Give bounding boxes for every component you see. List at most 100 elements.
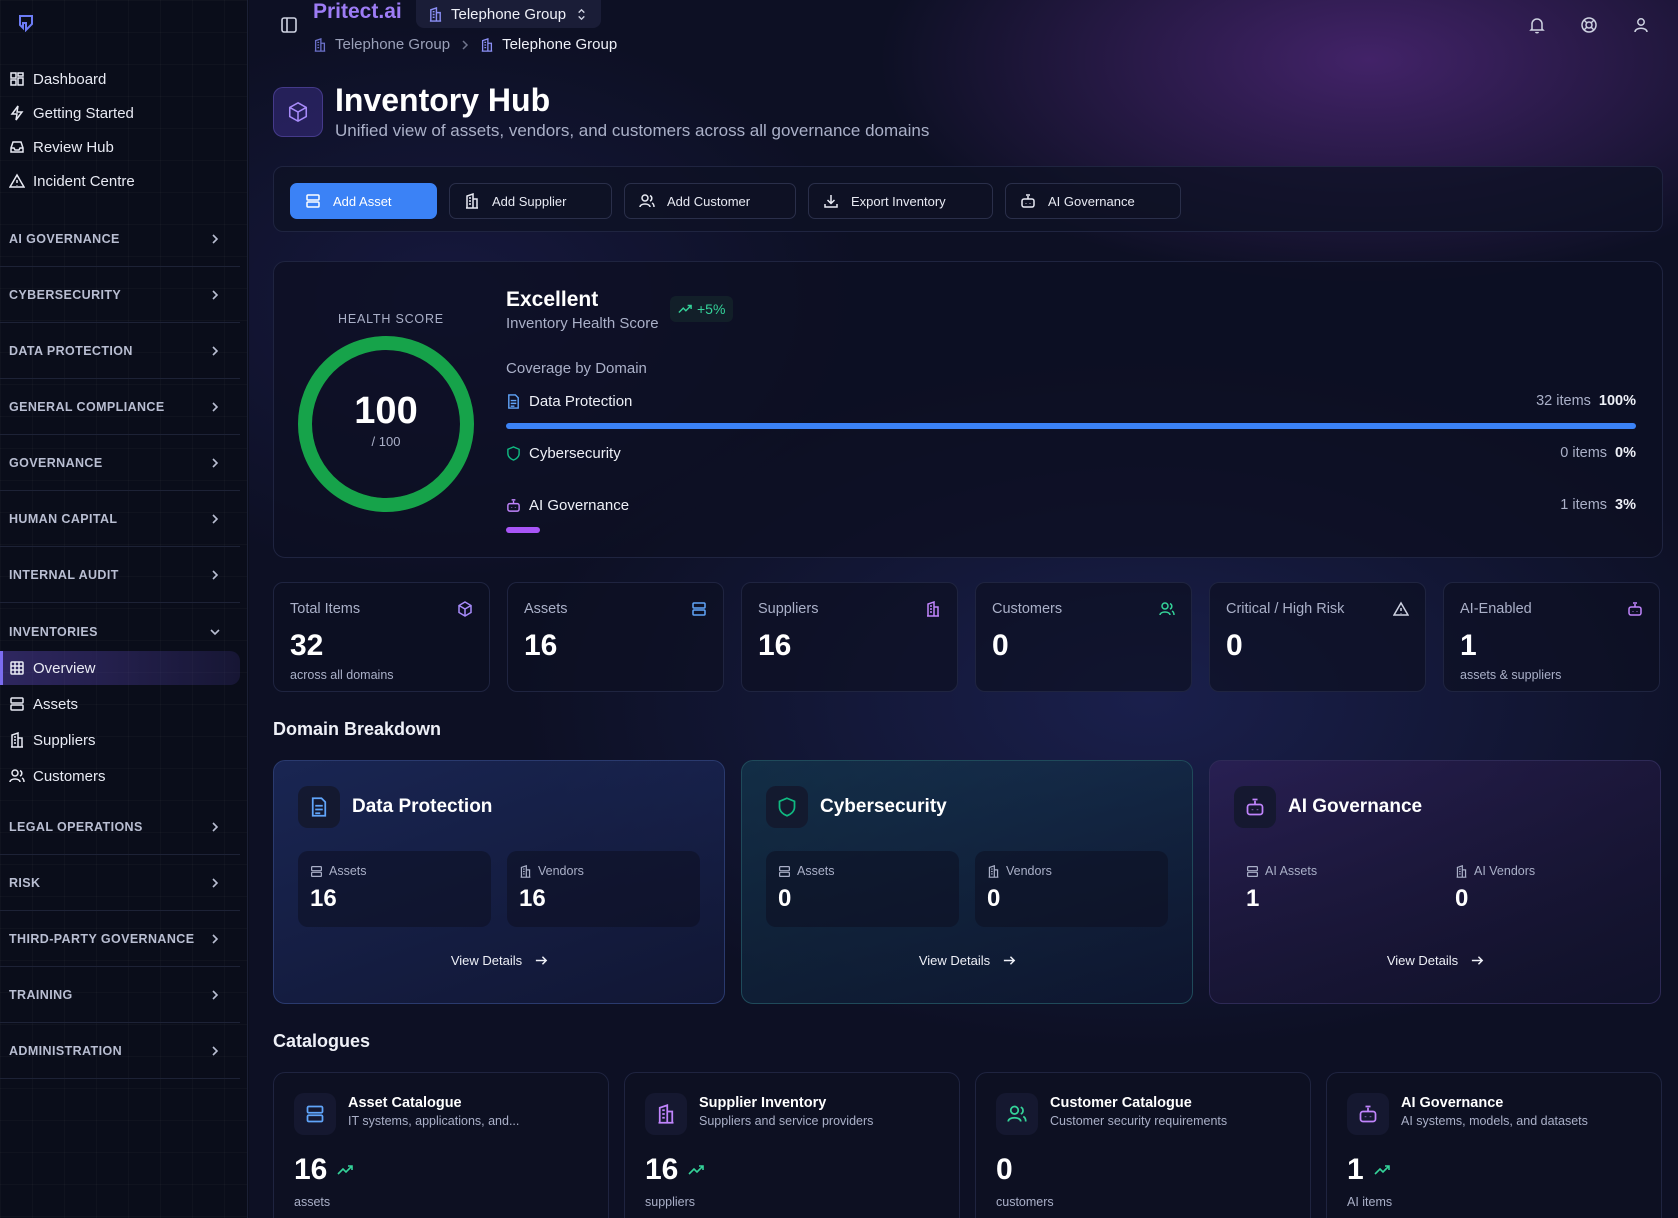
- stat-critical-high-risk[interactable]: Critical / High Risk 0: [1209, 582, 1426, 692]
- nav-label: Customers: [33, 767, 106, 785]
- health-card: HEALTH SCORE 100 / 100 Excellent Invento…: [273, 261, 1663, 558]
- coverage-bar-fill: [506, 423, 1636, 429]
- nav-label: Review Hub: [33, 138, 114, 156]
- app-logo-icon[interactable]: [18, 14, 34, 32]
- trend-value: +5%: [697, 301, 726, 317]
- nav-suppliers[interactable]: Suppliers: [0, 723, 240, 757]
- catalogue-card-asset[interactable]: Asset Catalogue IT systems, applications…: [273, 1072, 609, 1218]
- building-icon: [9, 732, 25, 748]
- catalogue-unit: assets: [294, 1195, 331, 1209]
- nav-customers[interactable]: Customers: [0, 759, 240, 793]
- stat-total-items[interactable]: Total Items 32 across all domains: [273, 582, 490, 692]
- section-label: CYBERSECURITY: [9, 287, 122, 302]
- chevrons-up-down-icon: [578, 8, 585, 20]
- trending-up-icon: [678, 304, 692, 313]
- nav-overview[interactable]: Overview: [0, 651, 240, 685]
- nav-assets[interactable]: Assets: [0, 687, 240, 721]
- nav-incident-centre[interactable]: Incident Centre: [0, 164, 240, 198]
- server-icon: [294, 1093, 336, 1135]
- section-administration[interactable]: ADMINISTRATION: [0, 1023, 240, 1079]
- catalogue-card-supplier[interactable]: Supplier Inventory Suppliers and service…: [624, 1072, 960, 1218]
- org-selector[interactable]: Telephone Group: [416, 0, 602, 28]
- domain-card-ai-governance: AI Governance AI Assets 1 AI Vendors 0 V…: [1209, 760, 1661, 1004]
- stat-label: Suppliers: [758, 601, 819, 617]
- coverage-count: 1 items: [1560, 497, 1608, 513]
- domain-metric-value: 0: [778, 885, 792, 912]
- sidebar-toggle-icon[interactable]: [279, 15, 299, 35]
- domain-ai-assets-box: AI Assets 1: [1234, 851, 1427, 927]
- nav-review-hub[interactable]: Review Hub: [0, 130, 240, 164]
- section-label: DATA PROTECTION: [9, 343, 133, 358]
- grid-icon: [9, 71, 25, 87]
- section-label: INTERNAL AUDIT: [9, 567, 119, 582]
- chevron-right-icon: [212, 457, 219, 468]
- view-details-link[interactable]: View Details: [274, 953, 726, 968]
- domain-vendors-box: Vendors 0: [975, 851, 1168, 927]
- section-data-protection[interactable]: DATA PROTECTION: [0, 323, 240, 379]
- add-supplier-button[interactable]: Add Supplier: [449, 183, 612, 219]
- stat-label: Assets: [524, 601, 568, 617]
- section-legal-operations[interactable]: LEGAL OPERATIONS: [0, 799, 240, 855]
- document-icon: [508, 394, 519, 409]
- trending-up-icon: [337, 1165, 354, 1175]
- export-inventory-button[interactable]: Export Inventory: [808, 183, 993, 219]
- add-asset-button[interactable]: Add Asset: [290, 183, 437, 219]
- arrow-right-icon: [1472, 956, 1484, 965]
- chevron-right-icon: [212, 401, 219, 412]
- catalogue-card-ai-governance[interactable]: AI Governance AI systems, models, and da…: [1326, 1072, 1662, 1218]
- domain-metric-label: Vendors: [1006, 864, 1052, 878]
- stat-assets[interactable]: Assets 16: [507, 582, 724, 692]
- catalogue-card-customer[interactable]: Customer Catalogue Customer security req…: [975, 1072, 1311, 1218]
- domain-ai-vendors-box: AI Vendors 0: [1443, 851, 1636, 927]
- sidebar: Dashboard Getting Started Review Hub Inc…: [0, 0, 248, 1218]
- nav-getting-started[interactable]: Getting Started: [0, 96, 240, 130]
- cube-icon: [457, 601, 473, 617]
- domain-card-data-protection: Data Protection Assets 16 Vendors 16 Vie…: [273, 760, 725, 1004]
- nav-label: Getting Started: [33, 104, 134, 122]
- section-risk[interactable]: RISK: [0, 855, 240, 911]
- health-score-label: HEALTH SCORE: [338, 312, 444, 326]
- stat-ai-enabled[interactable]: AI-Enabled 1 assets & suppliers: [1443, 582, 1660, 692]
- stat-customers[interactable]: Customers 0: [975, 582, 1192, 692]
- section-cybersecurity[interactable]: CYBERSECURITY: [0, 267, 240, 323]
- catalogue-title: Supplier Inventory: [699, 1095, 827, 1111]
- arrow-right-icon: [536, 956, 548, 965]
- section-general-compliance[interactable]: GENERAL COMPLIANCE: [0, 379, 240, 435]
- section-human-capital[interactable]: HUMAN CAPITAL: [0, 491, 240, 547]
- user-icon[interactable]: [1631, 15, 1651, 35]
- stat-value: 32: [290, 629, 324, 662]
- button-label: AI Governance: [1048, 193, 1135, 209]
- section-third-party-governance[interactable]: THIRD-PARTY GOVERNANCE: [0, 911, 240, 967]
- server-icon: [306, 194, 320, 208]
- users-icon: [1159, 601, 1175, 617]
- catalogue-unit: suppliers: [645, 1195, 696, 1209]
- nav-label: Assets: [33, 695, 79, 713]
- nav-label: Incident Centre: [33, 172, 135, 190]
- stat-subtitle: across all domains: [290, 668, 394, 682]
- section-governance[interactable]: GOVERNANCE: [0, 435, 240, 491]
- domain-title: AI Governance: [1288, 796, 1423, 817]
- section-label: INVENTORIES: [9, 625, 98, 639]
- section-ai-governance[interactable]: AI GOVERNANCE: [0, 211, 240, 267]
- ai-governance-button[interactable]: AI Governance: [1005, 183, 1181, 219]
- catalogue-description: AI systems, models, and datasets: [1401, 1114, 1588, 1128]
- add-customer-button[interactable]: Add Customer: [624, 183, 796, 219]
- domain-metric-value: 0: [1455, 885, 1469, 912]
- breadcrumb-current: Telephone Group: [502, 36, 618, 53]
- coverage-row-cybersecurity: Cybersecurity 0 items 0%: [506, 445, 1636, 465]
- bell-icon[interactable]: [1527, 15, 1547, 35]
- view-details-link[interactable]: View Details: [1210, 953, 1662, 968]
- section-internal-audit[interactable]: INTERNAL AUDIT: [0, 547, 240, 603]
- coverage-bar-fill: [506, 527, 540, 533]
- domain-title: Data Protection: [352, 796, 493, 817]
- org-name: Telephone Group: [451, 5, 567, 23]
- warning-icon: [1392, 601, 1410, 617]
- stat-suppliers[interactable]: Suppliers 16: [741, 582, 958, 692]
- breadcrumb-root[interactable]: Telephone Group: [335, 36, 450, 53]
- section-training[interactable]: TRAINING: [0, 967, 240, 1023]
- view-details-link[interactable]: View Details: [742, 953, 1194, 968]
- section-label: GOVERNANCE: [9, 455, 103, 470]
- help-icon[interactable]: [1579, 15, 1599, 35]
- building-icon: [429, 6, 442, 22]
- nav-dashboard[interactable]: Dashboard: [0, 62, 240, 96]
